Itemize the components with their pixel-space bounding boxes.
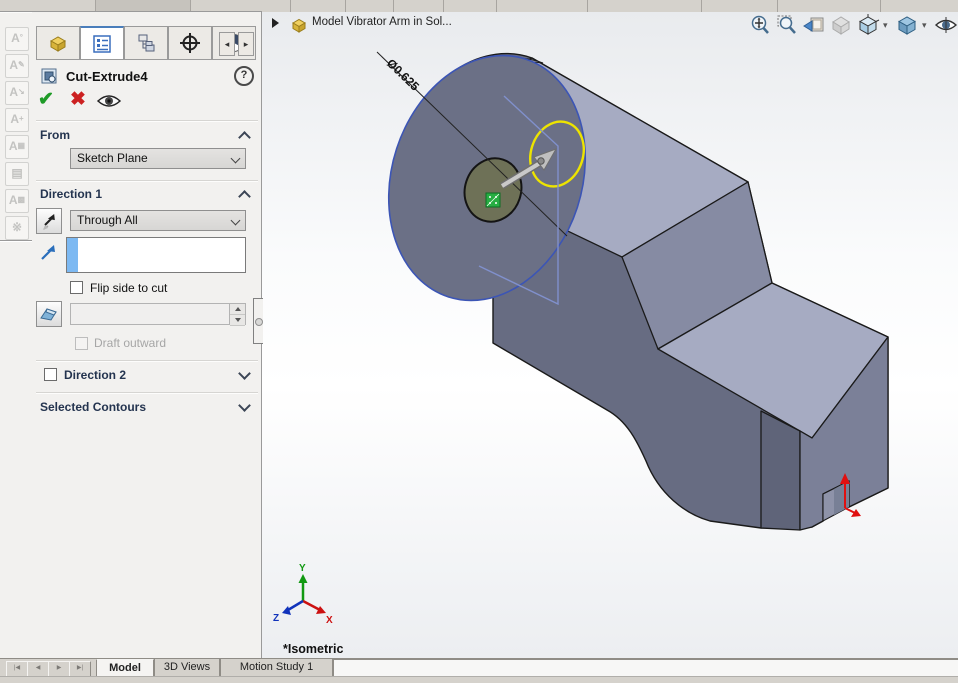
graphics-viewport[interactable]: Model Vibrator Arm in Sol... ▾ ▾ Ø0.625 … [262, 12, 958, 658]
pm-tab-dimxpert-manager[interactable] [168, 26, 212, 60]
extrude-direction-icon [41, 245, 55, 260]
direction2-section-label: Direction 2 [64, 368, 127, 382]
view-orientation-label: *Isometric [283, 642, 343, 656]
annotation-toolbar: A° A✎ A↘ A+ A▦ ▤ A▩ ※ [0, 13, 32, 658]
direction2-checkbox[interactable] [44, 368, 57, 381]
pm-tab-property-manager[interactable] [80, 26, 124, 60]
property-manager-icon [93, 34, 111, 53]
end-condition-value: Through All [77, 213, 138, 227]
active-selection-strip [67, 238, 78, 272]
tab-scroll-left-icon[interactable]: ◂ [219, 32, 235, 56]
from-dropdown[interactable]: Sketch Plane [70, 148, 246, 169]
tab-model[interactable]: Model [96, 659, 154, 677]
draft-button[interactable] [36, 301, 62, 327]
bottom-tab-bar: |◀ ◀ ▶ ▶| Model 3D Views Motion Study 1 [0, 658, 958, 677]
draft-angle-stepper[interactable] [70, 303, 246, 326]
part-icon [49, 36, 67, 52]
dimension-label[interactable]: Ø0.625 [384, 56, 422, 94]
splitter-handle-icon[interactable] [255, 318, 263, 326]
leader-note-tool-icon[interactable]: A↘ [5, 81, 29, 105]
chain-tool-icon[interactable]: ※ [5, 216, 29, 240]
feature-title: Cut-Extrude4 [66, 69, 148, 84]
cut-extrude-icon [41, 68, 57, 84]
reverse-direction-button[interactable] [36, 208, 62, 234]
pm-tab-configuration-manager[interactable] [124, 26, 168, 60]
add-note-tool-icon[interactable]: A+ [5, 108, 29, 132]
spin-up-icon[interactable] [230, 304, 245, 315]
sketch-point-handle[interactable] [485, 192, 501, 208]
direction-selection-box[interactable] [66, 237, 246, 273]
preview-eye-icon[interactable] [96, 93, 122, 109]
flip-side-label: Flip side to cut [90, 281, 168, 295]
balloon-tool-icon[interactable]: A▦ [5, 135, 29, 159]
chevron-down-icon [230, 215, 241, 226]
from-dropdown-value: Sketch Plane [77, 151, 148, 165]
triad-y-label: Y [299, 563, 306, 574]
stamp-tool-icon[interactable]: A▩ [5, 189, 29, 213]
end-condition-dropdown[interactable]: Through All [70, 210, 246, 231]
flip-side-checkbox[interactable] [70, 281, 83, 294]
tab-prev-button[interactable]: ◀ [27, 661, 49, 677]
draft-icon [40, 308, 57, 321]
tab-motion-study[interactable]: Motion Study 1 [220, 659, 333, 677]
cancel-button[interactable]: ✖ [70, 88, 86, 111]
pm-tab-feature-manager[interactable] [36, 26, 80, 60]
configuration-manager-icon [138, 34, 155, 52]
draft-outward-label: Draft outward [94, 336, 167, 350]
edit-note-tool-icon[interactable]: A✎ [5, 54, 29, 78]
spinner-buttons[interactable] [229, 304, 245, 326]
reverse-direction-icon [43, 214, 55, 230]
direction1-section-label: Direction 1 [40, 187, 103, 201]
tab-first-button[interactable]: |◀ [6, 661, 28, 677]
draft-outward-checkbox[interactable] [75, 337, 88, 350]
spin-down-icon[interactable] [230, 315, 245, 326]
tab-3d-views[interactable]: 3D Views [154, 659, 220, 677]
tab-last-button[interactable]: ▶| [69, 661, 91, 677]
tab-next-button[interactable]: ▶ [48, 661, 70, 677]
print-note-tool-icon[interactable]: ▤ [5, 162, 29, 186]
selected-contours-label: Selected Contours [40, 400, 147, 414]
dimxpert-target-icon [180, 33, 200, 53]
model-canvas[interactable]: Ø0.625 Y X Z *Isometric [262, 12, 958, 658]
tab-bar-filler [333, 659, 958, 677]
tab-scroll-right-icon[interactable]: ▸ [238, 32, 254, 56]
reference-triad: Y X Z [273, 563, 333, 626]
triad-x-label: X [326, 615, 333, 626]
note-tool-icon[interactable]: A° [5, 27, 29, 51]
status-bar [0, 676, 958, 683]
triad-z-label: Z [273, 613, 279, 624]
part-block-front-face[interactable] [760, 410, 801, 531]
help-icon[interactable]: ? [234, 66, 254, 86]
ok-button[interactable]: ✔ [38, 88, 54, 111]
property-manager-panel [32, 12, 262, 658]
chevron-down-icon [230, 153, 241, 164]
toolbar-divider [0, 240, 32, 242]
from-section-label: From [40, 128, 70, 142]
